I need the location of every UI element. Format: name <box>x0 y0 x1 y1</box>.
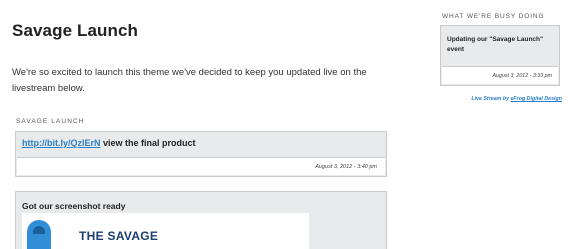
livestream-post: http://bit.ly/QzlErN view the final prod… <box>15 131 387 177</box>
post-link[interactable]: http://bit.ly/QzlErN <box>22 138 101 148</box>
credit-prefix: Live Stream by <box>471 96 511 102</box>
sidebar-card: Updating our "Savage Launch" event Augus… <box>440 25 560 86</box>
post-body: http://bit.ly/QzlErN view the final prod… <box>16 132 386 157</box>
screenshot-caption: THE SAVAGE <box>79 229 159 243</box>
post-timestamp: August 3, 2012 - 3:40 pm <box>17 157 385 175</box>
sidebar-label: WHAT WE'RE BUSY DOING <box>442 13 545 20</box>
livestream-section-label: SAVAGE LAUNCH <box>16 118 85 125</box>
sidebar-card-timestamp: August 3, 2012 - 3:33 pm <box>442 66 558 84</box>
screenshot-image: THE SAVAGE <box>22 213 309 249</box>
logo-mark-icon <box>27 220 51 249</box>
post-text: Got our screenshot ready <box>22 201 126 211</box>
livestream-credit: Live Stream by eFrog Digital Design <box>445 96 562 102</box>
sidebar-card-text: Updating our "Savage Launch" event <box>447 36 544 53</box>
intro-paragraph: We're so excited to launch this theme we… <box>12 67 367 94</box>
page-title: Savage Launch <box>12 21 139 40</box>
credit-link[interactable]: eFrog Digital Design <box>510 96 562 102</box>
post-text: view the final product <box>100 138 196 148</box>
livestream-post: Got our screenshot ready THE SAVAGE <box>15 191 387 249</box>
